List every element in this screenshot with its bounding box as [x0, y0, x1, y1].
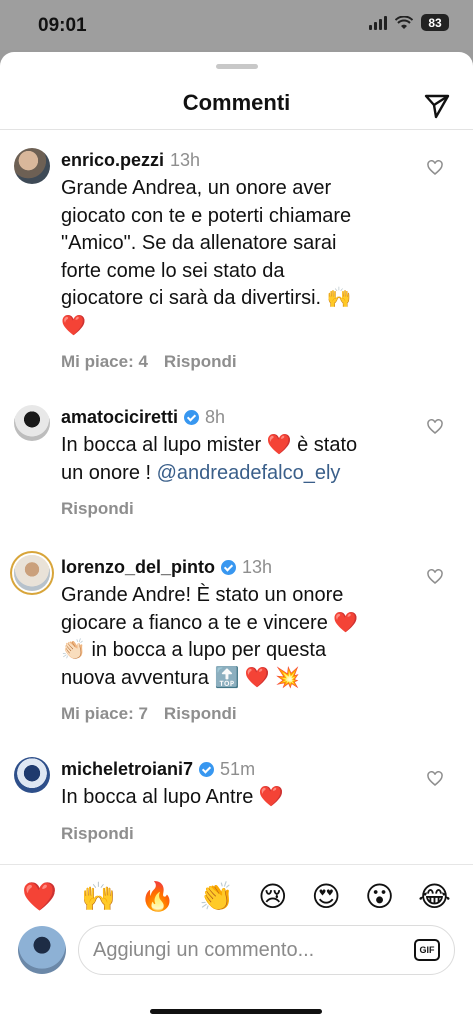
comment-text: In bocca al lupo Antre ❤️ — [61, 786, 284, 808]
avatar[interactable] — [14, 148, 50, 184]
sheet-grabber[interactable] — [216, 64, 258, 69]
sheet-title: Commenti — [182, 90, 291, 115]
emoji-reaction-bar: ❤️ 🙌 🔥 👏 😢 😍 😮 😂 — [0, 864, 473, 928]
avatar[interactable] — [14, 405, 50, 441]
comment-timestamp: 8h — [205, 407, 226, 427]
reply-button[interactable]: Rispondi — [164, 352, 237, 372]
likes-count[interactable]: Mi piace: 4 — [61, 352, 148, 372]
comment-username[interactable]: amatociciretti — [61, 405, 178, 429]
likes-count[interactable]: Mi piace: 7 — [61, 704, 148, 724]
reply-button[interactable]: Rispondi — [61, 499, 134, 519]
comment-username[interactable]: micheletroiani7 — [61, 757, 193, 781]
emoji-surprised-face[interactable]: 😮 — [365, 882, 394, 911]
signal-icon — [369, 15, 387, 30]
comment-text: Grande Andre! È stato un onore giocare a… — [61, 584, 359, 689]
verified-badge-icon — [184, 409, 200, 425]
home-indicator — [150, 1009, 322, 1014]
mention-link[interactable]: @andreadefalco_ely — [157, 462, 341, 484]
comment-input[interactable]: Aggiungi un commento... GIF — [78, 925, 455, 975]
comment-input-placeholder[interactable]: Aggiungi un commento... — [93, 939, 414, 962]
emoji-red-heart[interactable]: ❤️ — [22, 882, 57, 911]
wifi-icon — [395, 15, 413, 29]
comment-text: Grande Andrea, un onore aver giocato con… — [61, 177, 352, 337]
comment-username[interactable]: enrico.pezzi — [61, 148, 164, 172]
sheet-header: Commenti — [0, 78, 473, 130]
status-time: 09:01 — [38, 15, 87, 36]
avatar[interactable] — [14, 555, 50, 591]
status-bar: 09:01 83 — [0, 0, 473, 50]
heart-outline-icon[interactable] — [427, 160, 443, 176]
comment-timestamp: 13h — [170, 150, 201, 170]
emoji-crying-face[interactable]: 😢 — [258, 882, 287, 911]
verified-badge-icon — [199, 761, 215, 777]
send-icon[interactable] — [423, 92, 451, 120]
comment-composer: Aggiungi un commento... GIF — [0, 922, 473, 982]
comment-username[interactable]: lorenzo_del_pinto — [61, 555, 215, 579]
reply-button[interactable]: Rispondi — [61, 824, 134, 844]
gif-button[interactable]: GIF — [414, 939, 440, 961]
heart-outline-icon[interactable] — [427, 771, 443, 787]
comment-timestamp: 13h — [242, 557, 273, 577]
heart-outline-icon[interactable] — [427, 419, 443, 435]
status-icons: 83 — [369, 14, 449, 31]
emoji-heart-eyes[interactable]: 😍 — [311, 882, 340, 911]
comments-sheet: Commenti enrico.pezzi 13h Grande Andrea,… — [0, 52, 473, 1024]
emoji-clapping-hands[interactable]: 👏 — [199, 882, 234, 911]
emoji-tears-of-joy[interactable]: 😂 — [418, 882, 451, 911]
emoji-raising-hands[interactable]: 🙌 — [81, 882, 116, 911]
reply-button[interactable]: Rispondi — [164, 704, 237, 724]
emoji-fire[interactable]: 🔥 — [140, 882, 175, 911]
heart-outline-icon[interactable] — [427, 569, 443, 585]
avatar[interactable] — [14, 757, 50, 793]
comment-timestamp: 51m — [220, 759, 256, 779]
current-user-avatar — [18, 926, 66, 974]
verified-badge-icon — [221, 559, 237, 575]
battery-icon: 83 — [421, 14, 449, 31]
